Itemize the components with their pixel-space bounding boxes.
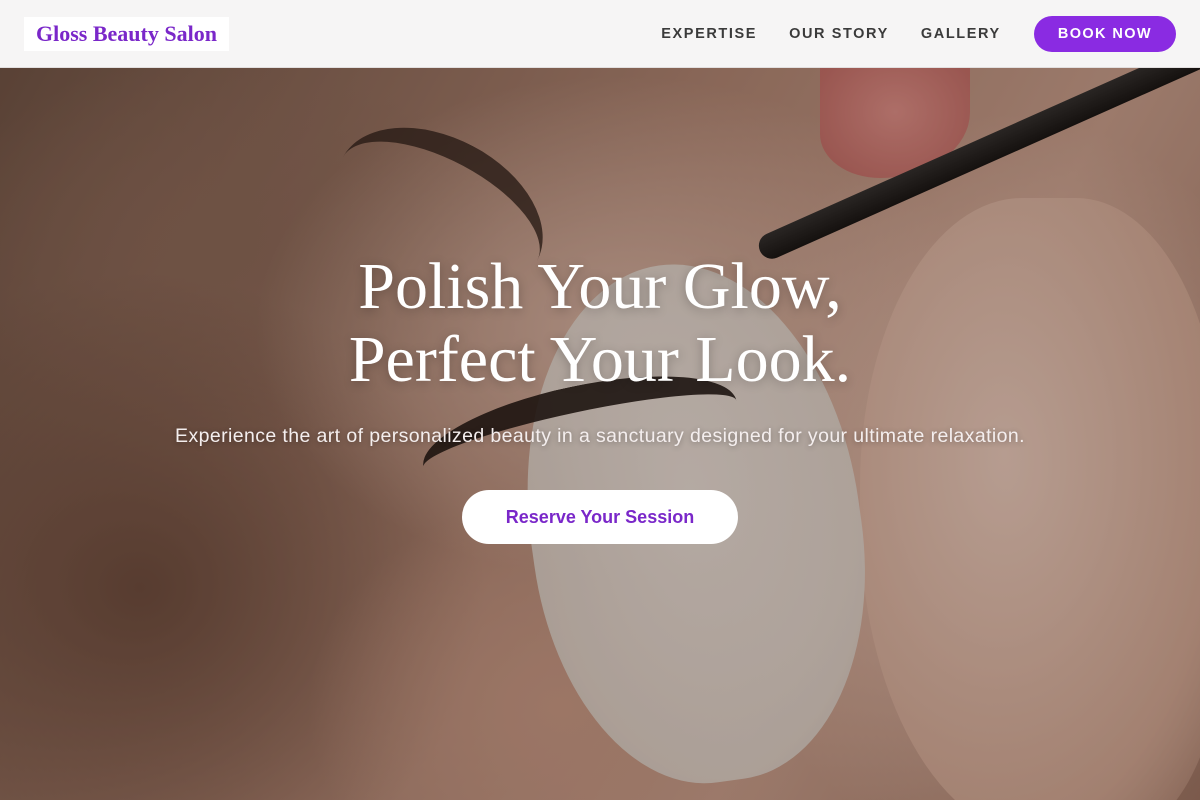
page: Gloss Beauty Salon EXPERTISE OUR STORY G… — [0, 0, 1200, 800]
reserve-session-button[interactable]: Reserve Your Session — [462, 490, 738, 544]
hero-title: Polish Your Glow, Perfect Your Look. — [0, 250, 1200, 396]
book-now-button[interactable]: BOOK NOW — [1033, 16, 1176, 52]
nav-link-our-story[interactable]: OUR STORY — [789, 26, 889, 42]
hero-title-line-1: Polish Your Glow, — [358, 250, 842, 323]
site-header: Gloss Beauty Salon EXPERTISE OUR STORY G… — [0, 0, 1200, 68]
main-nav: EXPERTISE OUR STORY GALLERY BOOK NOW — [661, 16, 1176, 52]
nav-link-gallery[interactable]: GALLERY — [921, 26, 1001, 42]
hero-subtitle: Experience the art of personalized beaut… — [175, 425, 1025, 447]
logo[interactable]: Gloss Beauty Salon — [24, 17, 229, 51]
hero-section: Polish Your Glow, Perfect Your Look. Exp… — [0, 250, 1200, 544]
nav-link-expertise[interactable]: EXPERTISE — [661, 26, 757, 42]
hero-title-line-2: Perfect Your Look. — [348, 323, 852, 396]
